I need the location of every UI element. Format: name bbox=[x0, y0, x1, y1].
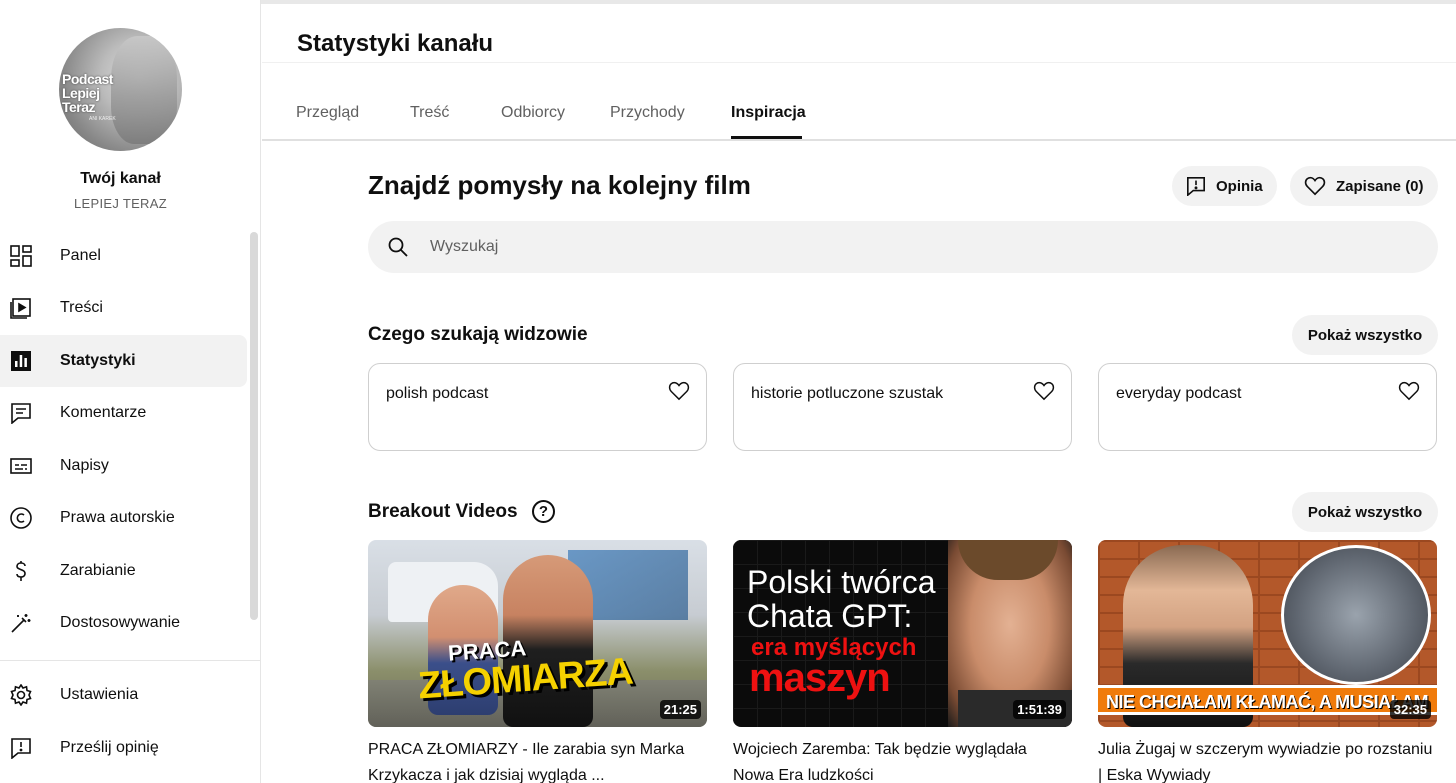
channel-title[interactable]: Twój kanał bbox=[0, 170, 241, 188]
sidebar-item-label: Napisy bbox=[60, 457, 109, 474]
video-thumbnail[interactable]: PRACA ZŁOMIARZA 21:25 bbox=[368, 540, 707, 727]
tab-audience[interactable]: Odbiorcy bbox=[501, 104, 565, 144]
analytics-icon bbox=[10, 350, 32, 372]
saved-button-label: Zapisane (0) bbox=[1336, 177, 1424, 195]
thumbnail-text: maszyn bbox=[749, 656, 891, 700]
subtitles-icon bbox=[10, 455, 32, 477]
channel-avatar[interactable]: Podcast Lepiej Teraz ANI KAREK bbox=[59, 28, 182, 151]
thumbnail-text: Chata GPT: bbox=[747, 598, 913, 634]
thumbnail-banner: NIE CHCIAŁAM KŁAMAĆ, A MUSIAŁAM bbox=[1098, 685, 1437, 715]
help-icon[interactable]: ? bbox=[532, 500, 555, 523]
sidebar-item-monetization[interactable]: Zarabianie bbox=[0, 545, 247, 597]
sidebar-item-label: Komentarze bbox=[60, 404, 147, 421]
customization-icon bbox=[10, 612, 32, 634]
feedback-icon bbox=[1186, 176, 1206, 196]
avatar-logo-text: Podcast Lepiej Teraz bbox=[62, 71, 113, 115]
search-topic-text: historie potluczone szustak bbox=[751, 385, 944, 402]
video-title[interactable]: Wojciech Zaremba: Tak będzie wyglądała N… bbox=[733, 737, 1072, 783]
search-input[interactable] bbox=[430, 238, 1330, 256]
search-icon bbox=[388, 237, 408, 257]
heart-icon bbox=[1304, 176, 1326, 196]
avatar-small-text: ANI KAREK bbox=[89, 116, 116, 122]
feedback-button[interactable]: Opinia bbox=[1172, 166, 1277, 206]
sidebar-item-analytics[interactable]: Statystyki bbox=[0, 335, 247, 387]
sidebar-item-label: Ustawienia bbox=[60, 686, 139, 703]
monetization-icon bbox=[10, 560, 32, 582]
video-title[interactable]: Julia Żugaj w szczerym wywiadzie po rozs… bbox=[1098, 737, 1437, 783]
search-topic-card[interactable]: historie potluczone szustak bbox=[733, 363, 1072, 451]
tabs-divider bbox=[262, 139, 1456, 141]
sidebar-item-comments[interactable]: Komentarze bbox=[0, 387, 247, 439]
sidebar-item-customization[interactable]: Dostosowywanie bbox=[0, 597, 247, 649]
comments-icon bbox=[10, 402, 32, 424]
heart-icon[interactable] bbox=[1033, 381, 1055, 401]
sidebar-item-label: Dostosowywanie bbox=[60, 614, 181, 631]
sidebar-scrollbar[interactable] bbox=[250, 232, 258, 620]
search-topic-card[interactable]: polish podcast bbox=[368, 363, 707, 451]
viewers-search-heading: Czego szukają widzowie bbox=[368, 324, 588, 345]
sidebar-item-subtitles[interactable]: Napisy bbox=[0, 440, 247, 492]
sidebar: Podcast Lepiej Teraz ANI KAREK Twój kana… bbox=[0, 0, 261, 783]
channel-name: LEPIEJ TERAZ bbox=[74, 196, 167, 211]
thumbnail-inset-photo bbox=[1281, 545, 1431, 685]
sidebar-item-label: Zarabianie bbox=[60, 562, 136, 579]
tab-overview[interactable]: Przegląd bbox=[296, 104, 359, 144]
tab-content[interactable]: Treść bbox=[410, 104, 449, 144]
thumbnail-text: Polski twórca bbox=[747, 564, 936, 600]
inspiration-heading: Znajdź pomysły na kolejny film bbox=[368, 170, 751, 200]
page-title: Statystyki kanału bbox=[297, 30, 494, 57]
content-icon bbox=[10, 297, 32, 319]
video-duration: 1:51:39 bbox=[1013, 700, 1066, 719]
search-topic-card[interactable]: everyday podcast bbox=[1098, 363, 1437, 451]
gear-icon bbox=[10, 684, 32, 706]
thumbnail-text: NIE CHCIAŁAM KŁAMAĆ, A MUSIAŁAM bbox=[1106, 692, 1429, 712]
search-bar[interactable] bbox=[368, 221, 1438, 273]
search-topic-text: polish podcast bbox=[386, 385, 489, 402]
sidebar-item-settings[interactable]: Ustawienia bbox=[0, 669, 247, 721]
sidebar-item-label: Prześlij opinię bbox=[60, 739, 159, 756]
sidebar-item-label: Treści bbox=[60, 299, 103, 316]
sidebar-item-label: Panel bbox=[60, 247, 101, 264]
sidebar-item-feedback[interactable]: Prześlij opinię bbox=[0, 722, 247, 774]
breakout-videos-heading: Breakout Videos bbox=[368, 501, 518, 522]
sidebar-item-label: Prawa autorskie bbox=[60, 509, 175, 526]
header-divider bbox=[262, 62, 1456, 63]
feedback-button-label: Opinia bbox=[1216, 177, 1263, 195]
video-thumbnail[interactable]: Polski twórca Chata GPT: era myślących m… bbox=[733, 540, 1072, 727]
sidebar-item-label: Statystyki bbox=[60, 352, 136, 369]
video-thumbnail[interactable]: NIE CHCIAŁAM KŁAMAĆ, A MUSIAŁAM 32:35 bbox=[1098, 540, 1437, 727]
heart-icon[interactable] bbox=[668, 381, 690, 401]
dashboard-icon bbox=[10, 245, 32, 267]
feedback-icon bbox=[10, 737, 32, 759]
search-topic-text: everyday podcast bbox=[1116, 385, 1242, 402]
video-title[interactable]: PRACA ZŁOMIARZY - Ile zarabia syn Marka … bbox=[368, 737, 707, 783]
show-all-searches-button[interactable]: Pokaż wszystko bbox=[1292, 315, 1438, 355]
tab-revenue[interactable]: Przychody bbox=[610, 104, 685, 144]
copyright-icon bbox=[10, 507, 32, 529]
sidebar-item-copyright[interactable]: Prawa autorskie bbox=[0, 492, 247, 544]
sidebar-divider bbox=[0, 660, 261, 661]
video-duration: 21:25 bbox=[659, 700, 701, 719]
heart-icon[interactable] bbox=[1398, 381, 1420, 401]
video-duration: 32:35 bbox=[1389, 700, 1431, 719]
saved-button[interactable]: Zapisane (0) bbox=[1290, 166, 1438, 206]
show-all-videos-button[interactable]: Pokaż wszystko bbox=[1292, 492, 1438, 532]
sidebar-item-content[interactable]: Treści bbox=[0, 282, 247, 334]
sidebar-item-panel[interactable]: Panel bbox=[0, 230, 247, 282]
